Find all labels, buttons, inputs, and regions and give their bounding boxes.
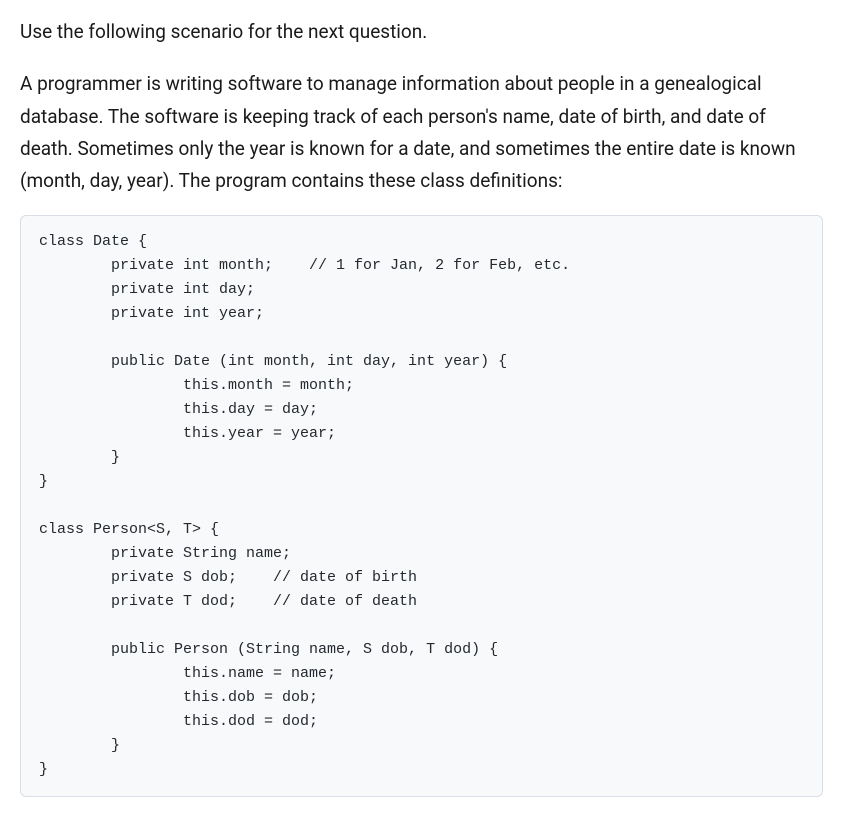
scenario-description: A programmer is writing software to mana… [20,68,823,197]
code-example: class Date { private int month; // 1 for… [20,215,823,797]
scenario-intro: Use the following scenario for the next … [20,16,823,48]
